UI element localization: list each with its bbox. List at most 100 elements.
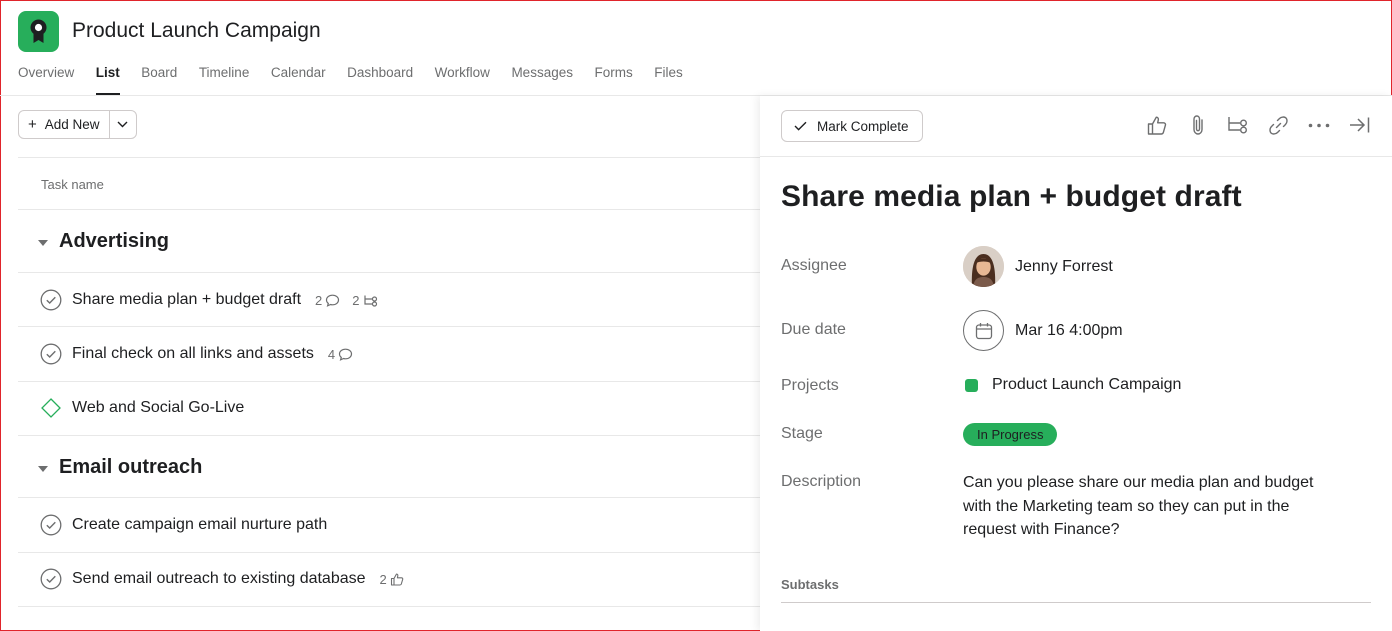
attach-button[interactable] bbox=[1187, 114, 1209, 136]
paperclip-icon bbox=[1192, 115, 1203, 135]
add-new-dropdown[interactable] bbox=[110, 111, 136, 138]
stage-badge[interactable]: In Progress bbox=[963, 423, 1058, 446]
description-text[interactable]: Can you please share our media plan and … bbox=[963, 471, 1333, 542]
check-circle-icon[interactable] bbox=[40, 514, 62, 536]
stage-field[interactable]: In Progress bbox=[963, 423, 1058, 446]
comment-icon bbox=[326, 294, 340, 307]
assignee-name: Jenny Forrest bbox=[1015, 257, 1113, 275]
chevron-down-icon bbox=[117, 121, 128, 128]
subtask-count: 2 bbox=[352, 293, 378, 308]
task-name[interactable]: Create campaign email nurture path bbox=[72, 516, 327, 534]
task-row[interactable]: Create campaign email nurture path bbox=[40, 514, 327, 536]
comment-count-value: 4 bbox=[327, 346, 336, 362]
collapse-right-icon bbox=[1350, 117, 1370, 133]
due-date-label: Due date bbox=[781, 321, 846, 338]
tab-overview[interactable]: Overview bbox=[18, 64, 74, 95]
copy-link-button[interactable] bbox=[1268, 114, 1290, 136]
projects-label: Projects bbox=[781, 377, 839, 394]
task-name[interactable]: Web and Social Go-Live bbox=[72, 399, 244, 417]
list-divider bbox=[18, 435, 760, 436]
checkmark-icon bbox=[794, 121, 807, 131]
subtask-icon bbox=[363, 295, 377, 307]
task-name[interactable]: Share media plan + budget draft bbox=[72, 291, 301, 309]
list-divider bbox=[18, 552, 760, 553]
comment-count-value: 2 bbox=[315, 292, 323, 308]
list-divider bbox=[18, 606, 760, 607]
description-label: Description bbox=[781, 473, 862, 490]
tab-workflow[interactable]: Workflow bbox=[435, 64, 490, 95]
subtasks-divider bbox=[781, 602, 1371, 603]
avatar bbox=[963, 246, 1004, 287]
comment-count: 4 bbox=[328, 347, 353, 362]
add-subtask-button[interactable] bbox=[1227, 114, 1249, 136]
list-divider bbox=[18, 326, 760, 327]
projects-field[interactable]: Product Launch Campaign bbox=[963, 376, 1181, 394]
tab-list[interactable]: List bbox=[95, 64, 120, 95]
section-title: Email outreach bbox=[59, 456, 203, 478]
project-title: Product Launch Campaign bbox=[72, 19, 321, 42]
task-row[interactable]: Send email outreach to existing database… bbox=[40, 568, 404, 590]
add-new-label: Add New bbox=[44, 117, 100, 132]
list-divider bbox=[18, 157, 760, 158]
subtasks-label: Subtasks bbox=[781, 577, 839, 592]
check-circle-icon[interactable] bbox=[40, 568, 62, 590]
comment-icon bbox=[339, 348, 353, 361]
list-divider bbox=[18, 497, 760, 498]
tab-dashboard[interactable]: Dashboard bbox=[347, 64, 413, 95]
check-circle-icon[interactable] bbox=[40, 289, 62, 311]
project-tabs: Overview List Board Timeline Calendar Da… bbox=[18, 64, 704, 96]
subtask-count-value: 2 bbox=[352, 292, 360, 308]
tab-timeline[interactable]: Timeline bbox=[199, 64, 250, 95]
task-title[interactable]: Share media plan + budget draft bbox=[781, 180, 1242, 214]
assignee-field[interactable]: Jenny Forrest bbox=[963, 246, 1113, 287]
tab-files[interactable]: Files bbox=[654, 64, 683, 95]
task-detail-pane: Mark Complete Share media plan + budget … bbox=[760, 96, 1392, 631]
tab-calendar[interactable]: Calendar bbox=[271, 64, 326, 95]
detail-toolbar bbox=[1146, 114, 1389, 136]
collapse-triangle-icon[interactable] bbox=[38, 465, 48, 472]
due-date-field[interactable]: Mar 16 4:00pm bbox=[963, 310, 1123, 351]
task-row[interactable]: Web and Social Go-Live bbox=[40, 397, 244, 419]
section-email-outreach[interactable]: Email outreach bbox=[38, 456, 202, 479]
due-date-value: Mar 16 4:00pm bbox=[1015, 321, 1123, 339]
list-divider bbox=[18, 209, 760, 210]
project-badge-icon[interactable] bbox=[18, 11, 59, 52]
tab-forms[interactable]: Forms bbox=[594, 64, 632, 95]
like-button[interactable] bbox=[1146, 114, 1168, 136]
task-name[interactable]: Send email outreach to existing database bbox=[72, 570, 366, 588]
close-pane-button[interactable] bbox=[1349, 114, 1371, 136]
assignee-label: Assignee bbox=[781, 257, 847, 274]
section-title: Advertising bbox=[59, 230, 170, 252]
tab-messages[interactable]: Messages bbox=[511, 64, 573, 95]
list-divider bbox=[18, 272, 760, 273]
comment-count: 2 bbox=[315, 293, 340, 308]
stage-label: Stage bbox=[781, 425, 823, 442]
more-options-button[interactable] bbox=[1308, 114, 1330, 136]
add-new-button[interactable]: + Add New bbox=[19, 111, 109, 138]
subtask-icon bbox=[1228, 117, 1247, 134]
calendar-icon bbox=[963, 310, 1004, 351]
section-advertising[interactable]: Advertising bbox=[38, 230, 169, 253]
like-count: 2 bbox=[380, 572, 404, 587]
plus-icon: + bbox=[28, 116, 37, 133]
project-color-swatch bbox=[965, 378, 978, 392]
mark-complete-button[interactable]: Mark Complete bbox=[781, 110, 923, 142]
check-circle-icon[interactable] bbox=[40, 343, 62, 365]
collapse-triangle-icon[interactable] bbox=[38, 239, 48, 246]
list-divider bbox=[18, 381, 760, 382]
task-row[interactable]: Share media plan + budget draft 2 2 bbox=[40, 289, 379, 311]
thumbs-up-icon bbox=[390, 572, 404, 586]
task-name[interactable]: Final check on all links and assets bbox=[72, 345, 314, 363]
project-name: Product Launch Campaign bbox=[992, 376, 1182, 393]
mark-complete-label: Mark Complete bbox=[817, 118, 909, 134]
milestone-diamond-icon[interactable] bbox=[40, 397, 62, 419]
ellipsis-icon bbox=[1308, 123, 1330, 127]
task-row[interactable]: Final check on all links and assets 4 bbox=[40, 343, 353, 365]
link-icon bbox=[1269, 115, 1288, 135]
add-new-button-group: + Add New bbox=[18, 110, 137, 139]
thumbs-up-icon bbox=[1147, 116, 1167, 135]
detail-header-divider bbox=[760, 156, 1392, 157]
like-count-value: 2 bbox=[379, 571, 387, 587]
tab-board[interactable]: Board bbox=[141, 64, 177, 95]
column-header-task-name[interactable]: Task name bbox=[41, 177, 104, 192]
